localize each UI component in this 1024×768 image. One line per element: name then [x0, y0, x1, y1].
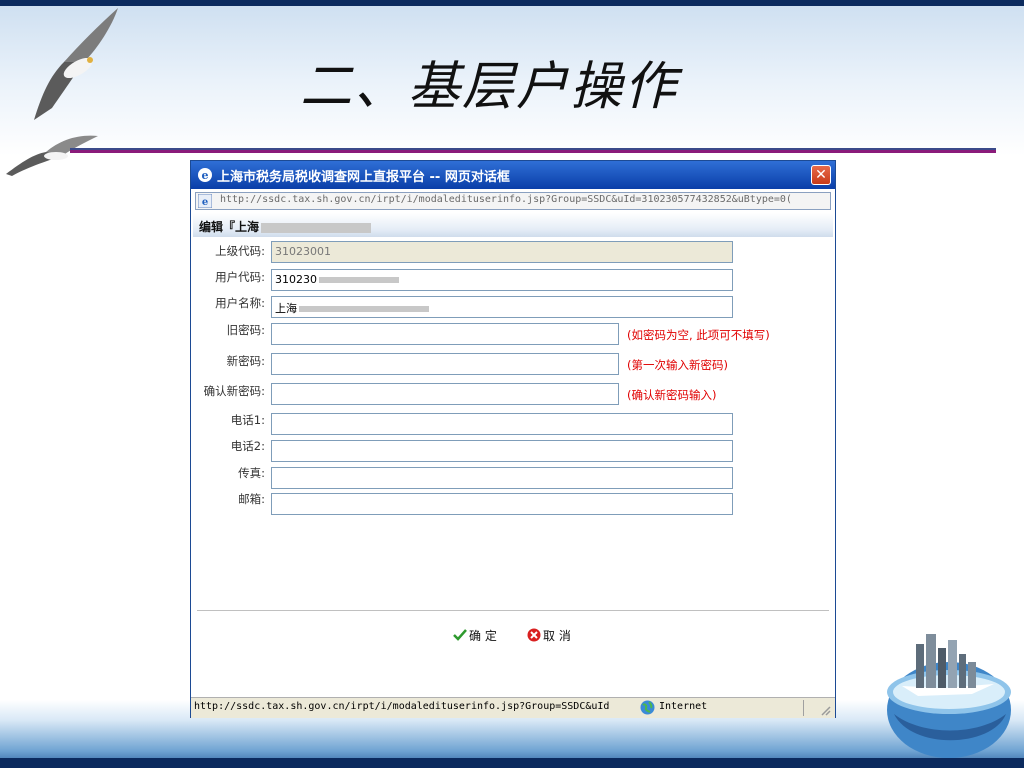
- status-url: http://ssdc.tax.sh.gov.cn/irpt/i/modaled…: [194, 701, 610, 712]
- globe-icon: [640, 700, 655, 715]
- svg-text:e: e: [202, 169, 209, 182]
- status-zone: Internet: [659, 701, 708, 712]
- cancel-icon: [527, 628, 541, 642]
- slide-title: 二、基层户操作: [300, 57, 679, 117]
- status-divider: [803, 700, 804, 716]
- address-url: http://ssdc.tax.sh.gov.cn/irpt/i/modaled…: [220, 194, 792, 205]
- dialog-title: 上海市税务局税收调查网上直报平台 -- 网页对话框: [217, 170, 510, 185]
- parent-code-field: 31023001: [271, 241, 733, 263]
- user-code-label: 用户代码:: [215, 270, 265, 284]
- cancel-button-label: 取 消: [543, 629, 571, 643]
- ie-icon: e: [198, 168, 212, 182]
- parent-code-label: 上级代码:: [215, 244, 265, 258]
- address-bar: e http://ssdc.tax.sh.gov.cn/irpt/i/modal…: [195, 192, 831, 210]
- confirm-password-hint: (确认新密码输入): [627, 388, 717, 402]
- user-name-label: 用户名称:: [215, 296, 265, 310]
- modal-dialog: e 上海市税务局税收调查网上直报平台 -- 网页对话框 ✕ e http://s…: [190, 160, 836, 718]
- fax-field[interactable]: [271, 467, 733, 489]
- new-password-hint: (第一次输入新密码): [627, 358, 728, 372]
- user-code-field[interactable]: 310230: [271, 269, 733, 291]
- ie-page-icon: e: [198, 194, 212, 208]
- old-password-label: 旧密码:: [226, 323, 265, 337]
- new-password-field[interactable]: [271, 353, 619, 375]
- old-password-hint: (如密码为空, 此项可不填写): [627, 328, 770, 342]
- resize-grip-icon[interactable]: [819, 704, 831, 716]
- redacted-text: [319, 277, 399, 283]
- phone2-field[interactable]: [271, 440, 733, 462]
- new-password-label: 新密码:: [226, 354, 265, 368]
- confirm-button-label: 确 定: [469, 629, 497, 643]
- confirm-password-label: 确认新密码:: [203, 384, 265, 398]
- svg-text:e: e: [202, 197, 208, 208]
- old-password-field[interactable]: [271, 323, 619, 345]
- confirm-password-field[interactable]: [271, 383, 619, 405]
- cancel-button[interactable]: 取 消: [527, 627, 571, 644]
- phone1-label: 电话1:: [230, 413, 265, 427]
- user-name-field[interactable]: 上海: [271, 296, 733, 318]
- phone2-label: 电话2:: [230, 439, 265, 453]
- seagull-icon: [6, 135, 98, 176]
- checkmark-icon: [453, 629, 467, 641]
- section-title: 编辑『上海: [199, 218, 372, 235]
- status-bar: http://ssdc.tax.sh.gov.cn/irpt/i/modaled…: [191, 697, 835, 718]
- slide-bottom-bar: [0, 758, 1024, 768]
- section-header: 编辑『上海: [193, 213, 833, 237]
- confirm-button[interactable]: 确 定: [453, 627, 497, 644]
- email-label: 邮箱:: [238, 492, 265, 506]
- dialog-titlebar[interactable]: e 上海市税务局税收调查网上直报平台 -- 网页对话框 ✕: [191, 161, 835, 189]
- phone1-field[interactable]: [271, 413, 733, 435]
- dialog-divider: [197, 610, 829, 611]
- fax-label: 传真:: [238, 466, 265, 480]
- close-button[interactable]: ✕: [811, 165, 831, 185]
- redacted-text: [261, 222, 372, 233]
- email-field[interactable]: [271, 493, 733, 515]
- close-icon: ✕: [815, 167, 827, 183]
- city-globe-icon: [887, 634, 1011, 758]
- seagull-icon: [34, 8, 118, 120]
- title-underline-accent: [70, 150, 996, 153]
- redacted-text: [299, 306, 429, 312]
